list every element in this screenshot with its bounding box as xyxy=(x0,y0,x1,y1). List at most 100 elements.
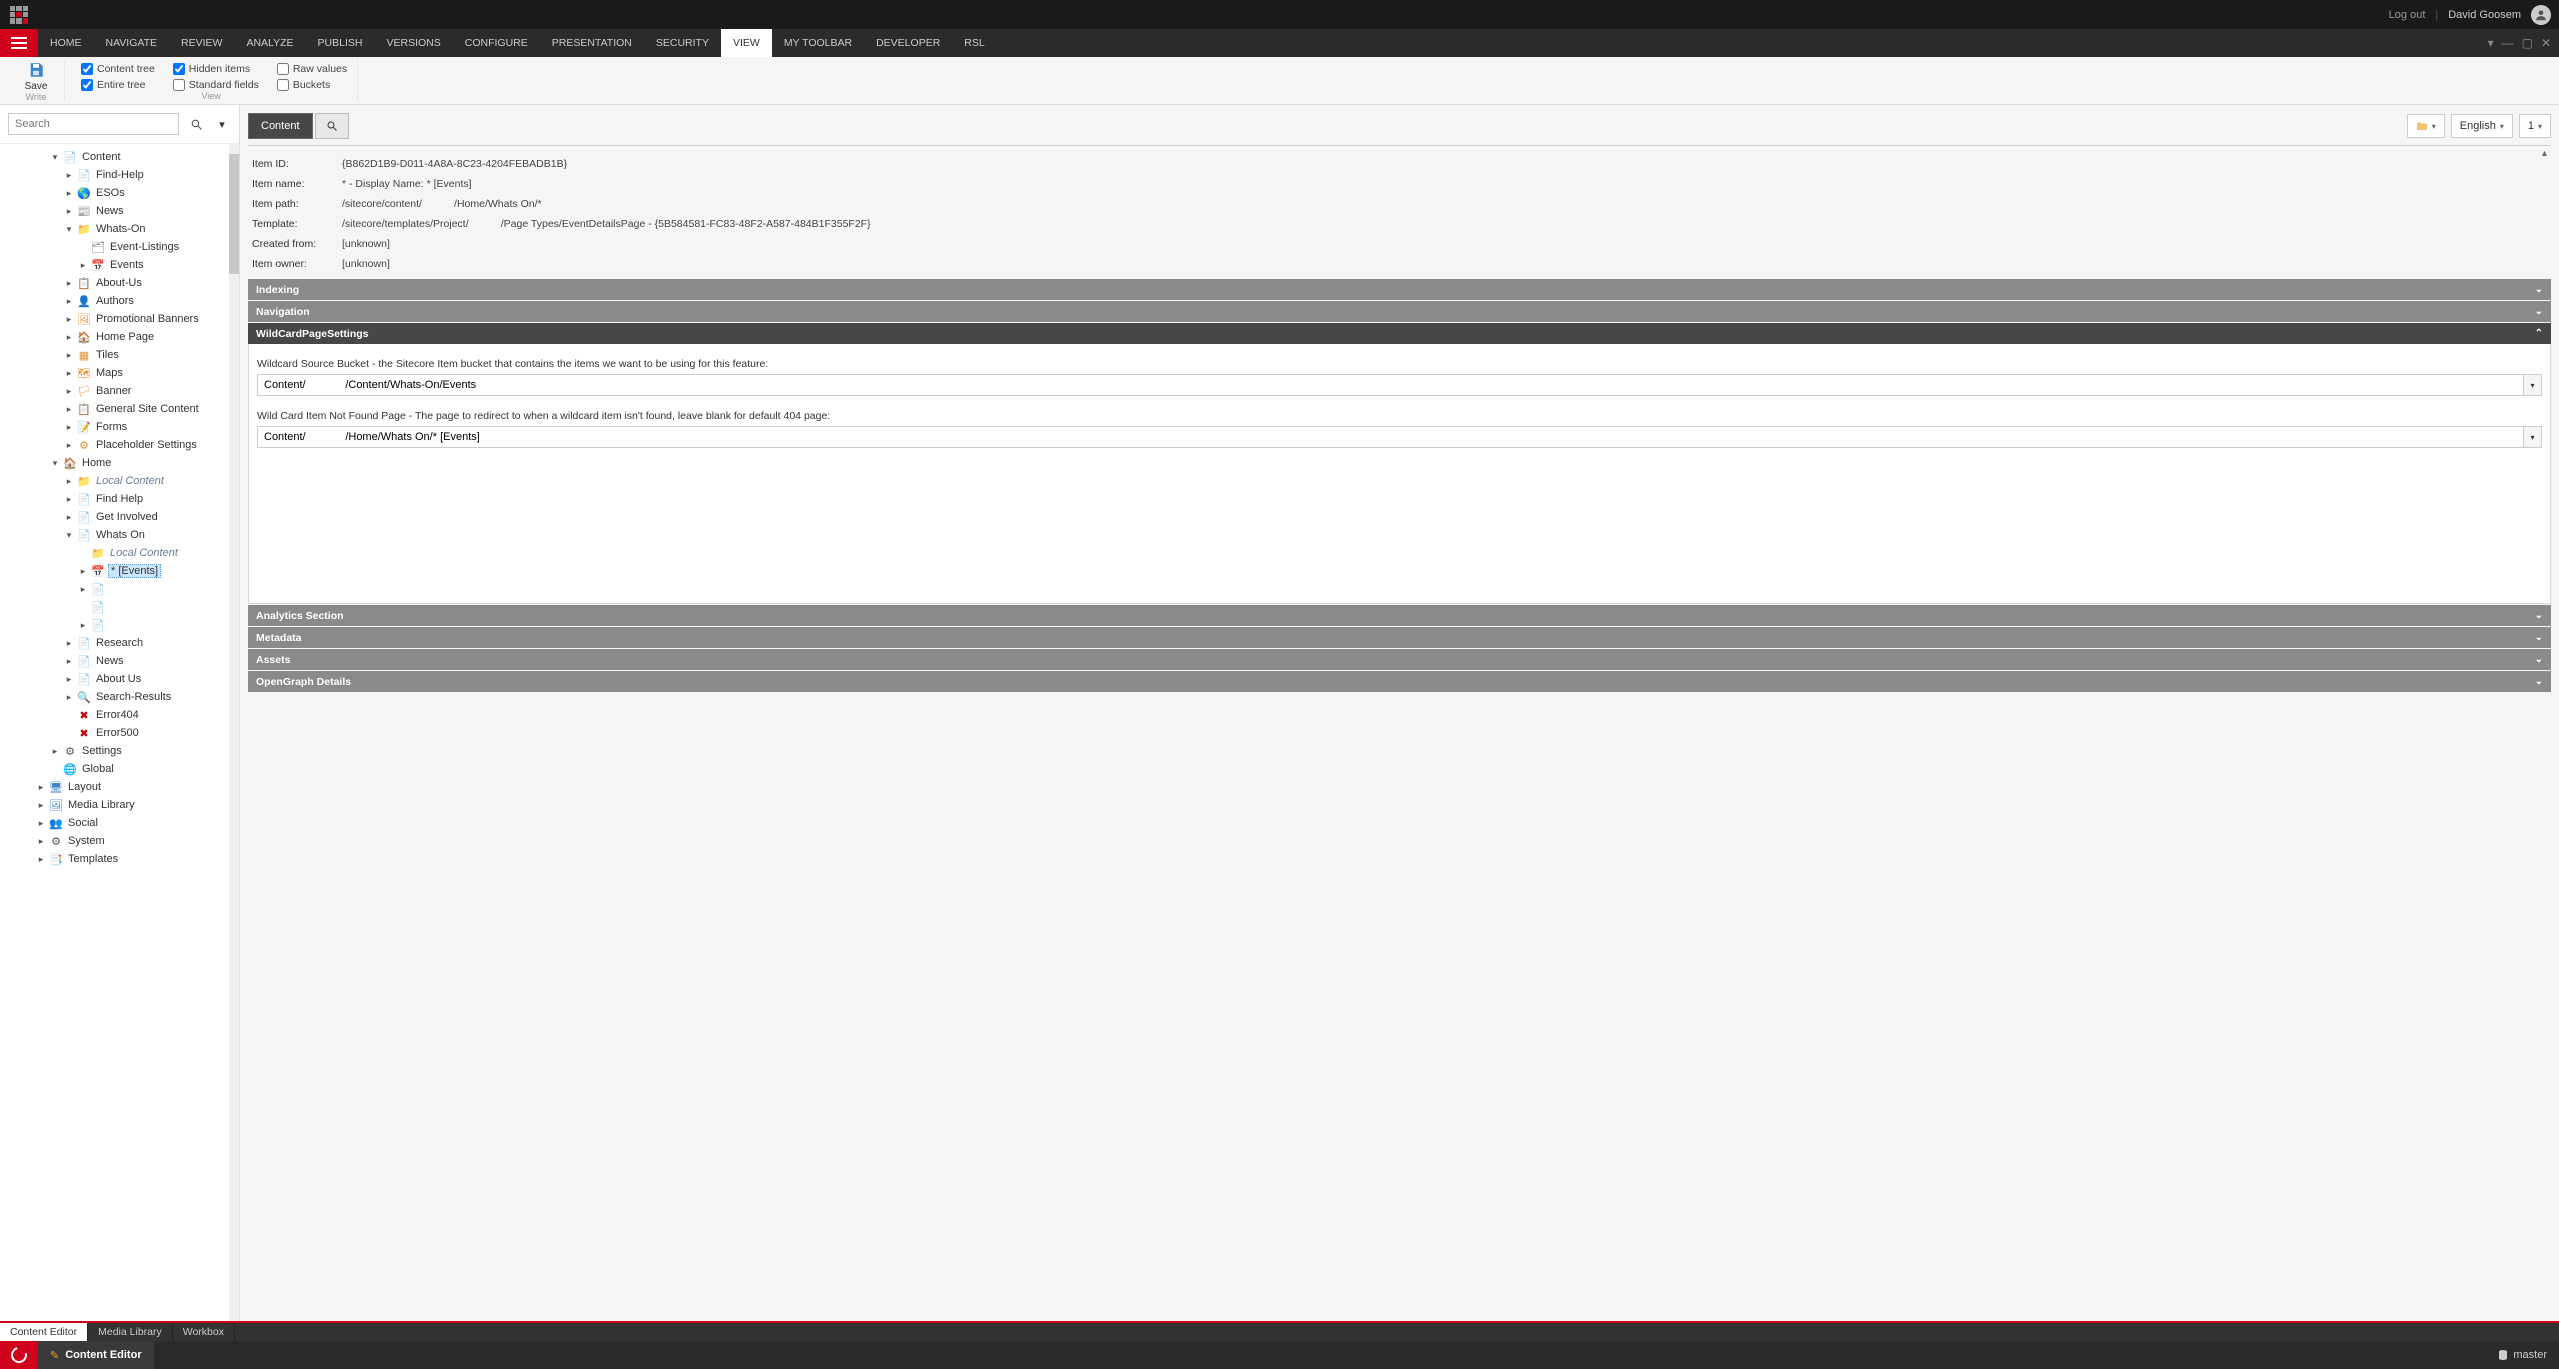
tree-expand-icon[interactable]: ▸ xyxy=(36,854,46,865)
tree-node[interactable]: ▸📅* [Events] xyxy=(0,562,239,580)
tree-expand-icon[interactable]: ▾ xyxy=(50,152,60,163)
tree-expand-icon[interactable]: ▸ xyxy=(64,638,74,649)
bottom-tab-media-library[interactable]: Media Library xyxy=(88,1323,173,1341)
close-button[interactable]: ✕ xyxy=(2541,36,2551,50)
navigate-pill[interactable]: ▾ xyxy=(2407,114,2445,138)
user-avatar-icon[interactable] xyxy=(2531,5,2551,25)
tree-expand-icon[interactable]: ▸ xyxy=(64,332,74,343)
tree-node[interactable]: ▸🖥Layout xyxy=(0,778,239,796)
tree-expand-icon[interactable]: ▸ xyxy=(64,278,74,289)
menu-tab-analyze[interactable]: ANALYZE xyxy=(234,29,305,57)
tree-node[interactable]: ▸🔍Search-Results xyxy=(0,688,239,706)
tree-search-input[interactable] xyxy=(8,113,179,135)
minimize-button[interactable]: — xyxy=(2502,36,2514,50)
menu-tab-rsl[interactable]: RSL xyxy=(952,29,996,57)
tree-node[interactable]: ▸📄 xyxy=(0,580,239,598)
tree-node[interactable]: ▸⚙System xyxy=(0,832,239,850)
tree-node[interactable]: ▸📋General Site Content xyxy=(0,400,239,418)
check-content-tree[interactable]: Content tree xyxy=(81,63,155,75)
tab-content[interactable]: Content xyxy=(248,113,313,139)
tree-node[interactable]: ▸📑Templates xyxy=(0,850,239,868)
tree-expand-icon[interactable]: ▸ xyxy=(50,746,60,757)
tree-node[interactable]: ▸📁Local Content xyxy=(0,472,239,490)
tree-expand-icon[interactable]: ▸ xyxy=(64,314,74,325)
tree-node[interactable]: 📁Local Content xyxy=(0,544,239,562)
tree-node[interactable]: ▸🖼Promotional Banners xyxy=(0,310,239,328)
tree-expand-icon[interactable]: ▸ xyxy=(78,260,88,271)
menu-tab-versions[interactable]: VERSIONS xyxy=(374,29,452,57)
tree-expand-icon[interactable]: ▸ xyxy=(64,476,74,487)
menu-tab-developer[interactable]: DEVELOPER xyxy=(864,29,952,57)
tree-node[interactable]: ✖Error404 xyxy=(0,706,239,724)
content-tree[interactable]: ▾📄Content▸📄Find-Help▸🌎ESOs▸📰News▾📁Whats-… xyxy=(0,144,239,1321)
tree-node[interactable]: ▸📋About-Us xyxy=(0,274,239,292)
database-indicator[interactable]: master xyxy=(2497,1349,2547,1361)
tree-node[interactable]: ▾📁Whats-On xyxy=(0,220,239,238)
check-standard-fields[interactable]: Standard fields xyxy=(173,79,259,91)
tree-expand-icon[interactable]: ▸ xyxy=(64,296,74,307)
section-navigation[interactable]: Navigation⌄ xyxy=(248,301,2551,322)
menu-tab-review[interactable]: REVIEW xyxy=(169,29,234,57)
tree-expand-icon[interactable]: ▸ xyxy=(64,350,74,361)
tree-node[interactable]: ✖Error500 xyxy=(0,724,239,742)
tree-expand-icon[interactable]: ▸ xyxy=(64,386,74,397)
menu-tab-publish[interactable]: PUBLISH xyxy=(306,29,375,57)
tree-expand-icon[interactable]: ▾ xyxy=(64,530,74,541)
section-opengraph[interactable]: OpenGraph Details⌄ xyxy=(248,671,2551,692)
hamburger-button[interactable] xyxy=(0,29,38,57)
tree-expand-icon[interactable]: ▸ xyxy=(36,782,46,793)
tree-expand-icon[interactable]: ▸ xyxy=(64,512,74,523)
tree-node[interactable]: ▸🖼Media Library xyxy=(0,796,239,814)
bottom-tab-workbox[interactable]: Workbox xyxy=(173,1323,235,1341)
search-dropdown[interactable]: ▾ xyxy=(213,118,231,131)
current-user[interactable]: David Goosem xyxy=(2448,9,2521,21)
tree-node[interactable]: ▸📄News xyxy=(0,652,239,670)
maximize-button[interactable]: ▢ xyxy=(2522,36,2533,50)
sitecore-badge[interactable] xyxy=(0,1341,38,1369)
section-metadata[interactable]: Metadata⌄ xyxy=(248,627,2551,648)
tree-node[interactable]: ▸📄 xyxy=(0,616,239,634)
tree-node[interactable]: ▸▦Tiles xyxy=(0,346,239,364)
section-analytics[interactable]: Analytics Section⌄ xyxy=(248,605,2551,626)
tree-expand-icon[interactable]: ▸ xyxy=(64,674,74,685)
section-assets[interactable]: Assets⌄ xyxy=(248,649,2551,670)
tree-node[interactable]: ▸👤Authors xyxy=(0,292,239,310)
tree-node[interactable]: 🌐Global xyxy=(0,760,239,778)
tree-node[interactable]: ▾📄Whats On xyxy=(0,526,239,544)
tree-node[interactable]: ▸🏳Banner xyxy=(0,382,239,400)
tree-expand-icon[interactable]: ▸ xyxy=(78,566,88,577)
tree-node[interactable]: ▸📝Forms xyxy=(0,418,239,436)
section-indexing[interactable]: Indexing⌄ xyxy=(248,279,2551,300)
menu-tab-configure[interactable]: CONFIGURE xyxy=(453,29,540,57)
tree-node[interactable]: ▸👥Social xyxy=(0,814,239,832)
tree-node[interactable]: ▾📄Content xyxy=(0,148,239,166)
tree-expand-icon[interactable]: ▸ xyxy=(64,368,74,379)
tree-node[interactable]: 🗂Event-Listings xyxy=(0,238,239,256)
tree-expand-icon[interactable]: ▸ xyxy=(64,440,74,451)
tree-expand-icon[interactable]: ▸ xyxy=(36,800,46,811)
scroll-thumb[interactable] xyxy=(229,154,239,274)
tree-expand-icon[interactable]: ▸ xyxy=(64,494,74,505)
wildcard-notfound-dropdown[interactable]: ▾ xyxy=(2524,426,2542,448)
check-entire-tree[interactable]: Entire tree xyxy=(81,79,155,91)
tree-node[interactable]: ▾🏠Home xyxy=(0,454,239,472)
wildcard-source-input[interactable] xyxy=(257,374,2524,396)
wildcard-notfound-input[interactable] xyxy=(257,426,2524,448)
tree-node[interactable]: ▸📅Events xyxy=(0,256,239,274)
bottom-tab-content-editor[interactable]: Content Editor xyxy=(0,1323,88,1341)
check-buckets[interactable]: Buckets xyxy=(277,79,347,91)
menu-tab-navigate[interactable]: NAVIGATE xyxy=(94,29,170,57)
tree-expand-icon[interactable]: ▾ xyxy=(64,224,74,235)
tree-expand-icon[interactable]: ▸ xyxy=(64,656,74,667)
tree-expand-icon[interactable]: ▾ xyxy=(50,458,60,469)
check-raw-values[interactable]: Raw values xyxy=(277,63,347,75)
check-hidden-items[interactable]: Hidden items xyxy=(173,63,259,75)
status-content-editor[interactable]: ✎ Content Editor xyxy=(38,1341,154,1369)
menu-tab-my-toolbar[interactable]: MY TOOLBAR xyxy=(772,29,864,57)
quickinfo-collapse[interactable]: ▴ xyxy=(2542,148,2547,159)
tree-node[interactable]: ▸📄Find-Help xyxy=(0,166,239,184)
tree-node[interactable]: ▸📄Get Involved xyxy=(0,508,239,526)
search-button[interactable] xyxy=(185,113,207,135)
tree-node[interactable]: ▸🏠Home Page xyxy=(0,328,239,346)
tree-expand-icon[interactable]: ▸ xyxy=(64,422,74,433)
